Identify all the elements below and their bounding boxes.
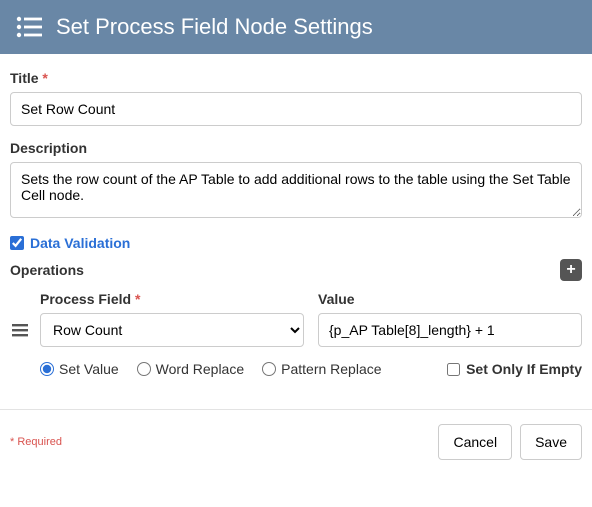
dialog-header: Set Process Field Node Settings [0, 0, 592, 54]
footer-buttons: Cancel Save [438, 424, 582, 460]
title-input[interactable] [10, 92, 582, 126]
required-mark: * [135, 291, 140, 307]
title-label-text: Title [10, 70, 39, 86]
mode-pattern-replace[interactable]: Pattern Replace [262, 361, 381, 377]
cancel-button[interactable]: Cancel [438, 424, 512, 460]
operations-label: Operations [10, 262, 84, 278]
drag-handle-icon[interactable] [10, 291, 30, 337]
list-icon [16, 16, 42, 38]
data-validation-row: Data Validation [10, 235, 582, 251]
mode-set-value[interactable]: Set Value [40, 361, 119, 377]
required-note: * Required [10, 436, 62, 448]
plus-icon: + [566, 262, 575, 278]
mode-word-replace[interactable]: Word Replace [137, 361, 244, 377]
set-only-if-empty-checkbox[interactable] [447, 363, 460, 376]
process-field-label-text: Process Field [40, 291, 131, 307]
mode-word-replace-label: Word Replace [156, 361, 244, 377]
save-button[interactable]: Save [520, 424, 582, 460]
set-only-if-empty-label: Set Only If Empty [466, 361, 582, 377]
data-validation-checkbox[interactable] [10, 236, 24, 250]
process-field-column: Process Field * Row Count [40, 291, 304, 347]
operations-header: Operations + [10, 259, 582, 281]
data-validation-label: Data Validation [30, 235, 130, 251]
set-only-if-empty-group: Set Only If Empty [447, 361, 582, 377]
required-mark: * [42, 70, 47, 86]
mode-pattern-replace-radio[interactable] [262, 362, 276, 376]
operation-mode-row: Set Value Word Replace Pattern Replace S… [10, 361, 582, 377]
description-textarea[interactable]: Sets the row count of the AP Table to ad… [10, 162, 582, 218]
dialog-footer: * Required Cancel Save [0, 409, 592, 472]
process-field-label: Process Field * [40, 291, 304, 307]
value-label: Value [318, 291, 582, 307]
value-column: Value [318, 291, 582, 347]
mode-set-value-radio[interactable] [40, 362, 54, 376]
value-input[interactable] [318, 313, 582, 347]
process-field-select[interactable]: Row Count [40, 313, 304, 347]
title-group: Title * [10, 70, 582, 126]
mode-set-value-label: Set Value [59, 361, 119, 377]
dialog-content: Title * Description Sets the row count o… [0, 54, 592, 387]
title-label: Title * [10, 70, 582, 86]
add-operation-button[interactable]: + [560, 259, 582, 281]
operation-row: Process Field * Row Count Value [10, 291, 582, 347]
operation-columns: Process Field * Row Count Value [40, 291, 582, 347]
description-group: Description Sets the row count of the AP… [10, 140, 582, 221]
dialog-title: Set Process Field Node Settings [56, 14, 373, 40]
description-label: Description [10, 140, 582, 156]
mode-pattern-replace-label: Pattern Replace [281, 361, 381, 377]
mode-word-replace-radio[interactable] [137, 362, 151, 376]
